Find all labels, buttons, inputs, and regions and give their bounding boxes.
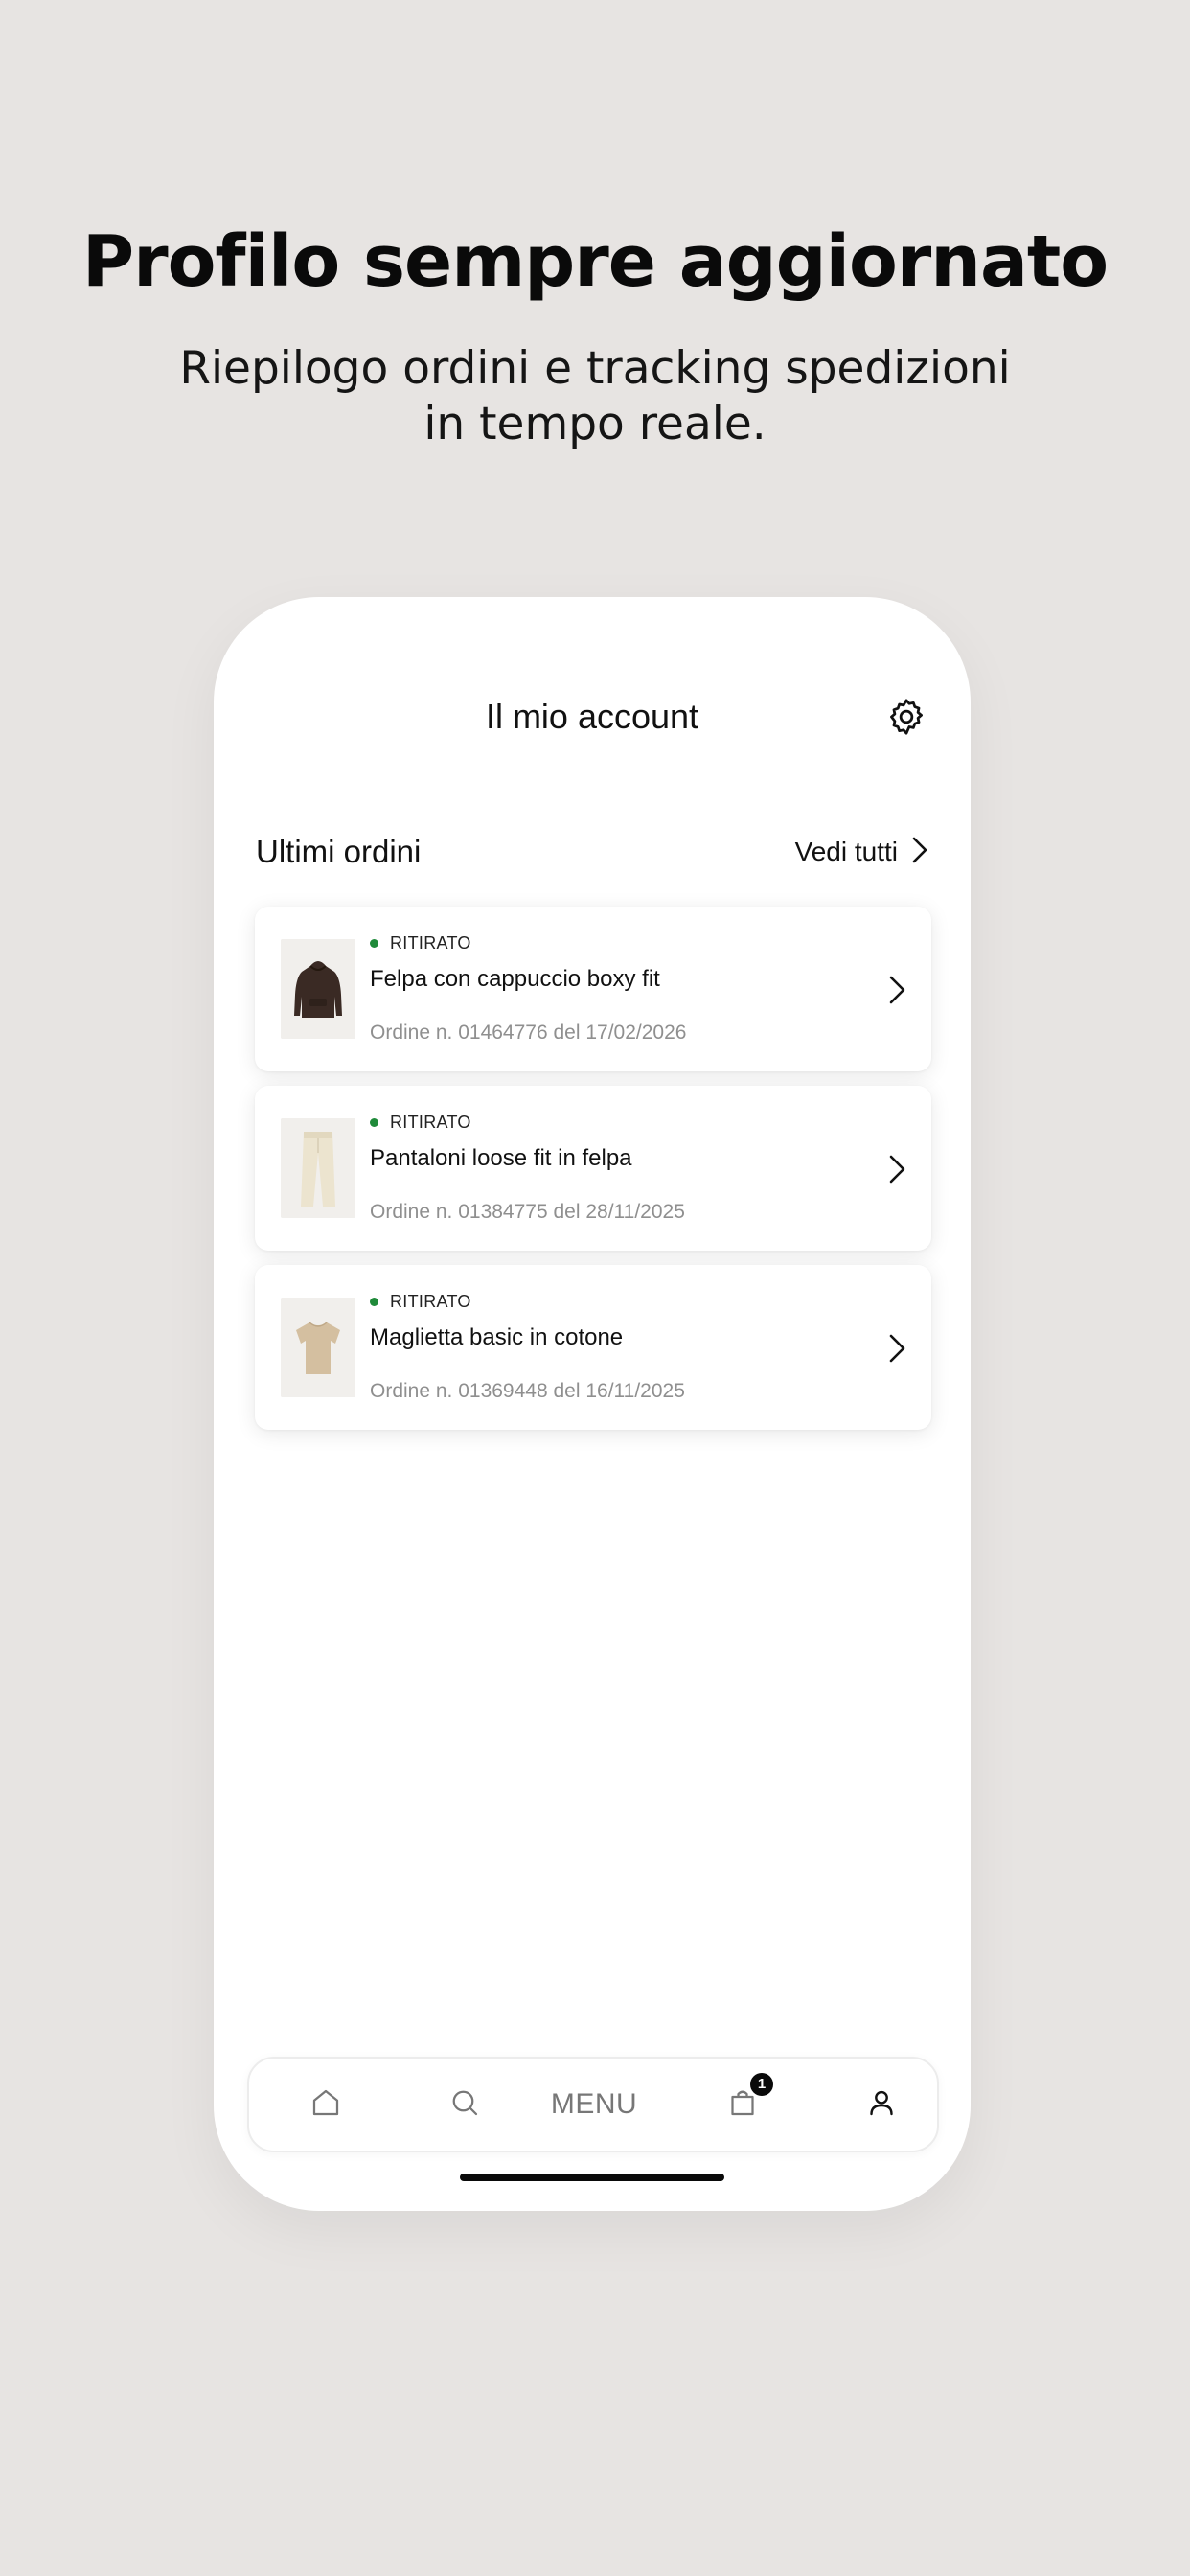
status-label: RITIRATO <box>390 1292 471 1311</box>
app-header: Il mio account <box>214 693 971 741</box>
promo-subline: Riepilogo ordini e tracking spedizioni i… <box>0 341 1190 452</box>
see-all-label: Vedi tutti <box>794 837 898 866</box>
status-dot <box>370 1118 378 1127</box>
order-product-name: Maglietta basic in cotone <box>370 1324 624 1350</box>
user-icon <box>864 2085 899 2124</box>
search-icon <box>447 2085 482 2124</box>
brown-hoodie-image <box>281 939 355 1039</box>
order-meta: Ordine n. 01384775 del 28/11/2025 <box>370 1201 685 1223</box>
cream-pants-image <box>281 1118 355 1218</box>
tab-home[interactable] <box>278 2058 374 2150</box>
orders-section-header: Ultimi ordini Vedi tutti <box>256 830 928 874</box>
chevron-right-icon <box>911 836 928 868</box>
tab-cart[interactable]: 1 <box>695 2058 790 2150</box>
tab-profile[interactable] <box>834 2058 929 2150</box>
order-product-name: Pantaloni loose fit in felpa <box>370 1145 632 1171</box>
chevron-right-icon <box>887 974 908 1006</box>
section-title: Ultimi ordini <box>256 834 422 869</box>
promo-subline-line2: in tempo reale. <box>423 398 767 450</box>
home-indicator <box>460 2174 724 2181</box>
tab-search[interactable] <box>417 2058 513 2150</box>
menu-label: MENU <box>550 2088 638 2120</box>
chevron-right-icon <box>887 1153 908 1185</box>
see-all-button[interactable]: Vedi tutti <box>795 830 928 874</box>
status-badge: RITIRATO <box>370 1113 471 1133</box>
beige-tshirt-image <box>281 1298 355 1397</box>
bottom-tab-bar: MENU 1 <box>247 2057 939 2152</box>
chevron-right-icon <box>887 1332 908 1365</box>
phone-frame: Il mio account Ultimi ordini Vedi tutti <box>214 597 971 2211</box>
tab-menu[interactable]: MENU <box>537 2058 652 2150</box>
status-label: RITIRATO <box>390 933 471 953</box>
order-card[interactable]: RITIRATO Maglietta basic in cotone Ordin… <box>255 1265 931 1430</box>
order-card[interactable]: RITIRATO Pantaloni loose fit in felpa Or… <box>255 1086 931 1251</box>
status-badge: RITIRATO <box>370 1292 471 1312</box>
order-product-name: Felpa con cappuccio boxy fit <box>370 966 660 992</box>
status-label: RITIRATO <box>390 1113 471 1132</box>
order-card[interactable]: RITIRATO Felpa con cappuccio boxy fit Or… <box>255 907 931 1071</box>
order-meta: Ordine n. 01464776 del 17/02/2026 <box>370 1022 687 1044</box>
status-badge: RITIRATO <box>370 933 471 954</box>
home-icon <box>309 2085 343 2124</box>
promo-headline: Profilo sempre aggiornato <box>81 220 1109 303</box>
settings-gear-icon[interactable] <box>885 696 927 738</box>
status-dot <box>370 1298 378 1306</box>
status-dot <box>370 939 378 948</box>
cart-count-badge: 1 <box>750 2073 773 2096</box>
orders-list: RITIRATO Felpa con cappuccio boxy fit Or… <box>255 907 931 1444</box>
order-meta: Ordine n. 01369448 del 16/11/2025 <box>370 1380 685 1402</box>
page-title: Il mio account <box>485 697 699 736</box>
promo-subline-line1: Riepilogo ordini e tracking spedizioni <box>179 342 1011 395</box>
